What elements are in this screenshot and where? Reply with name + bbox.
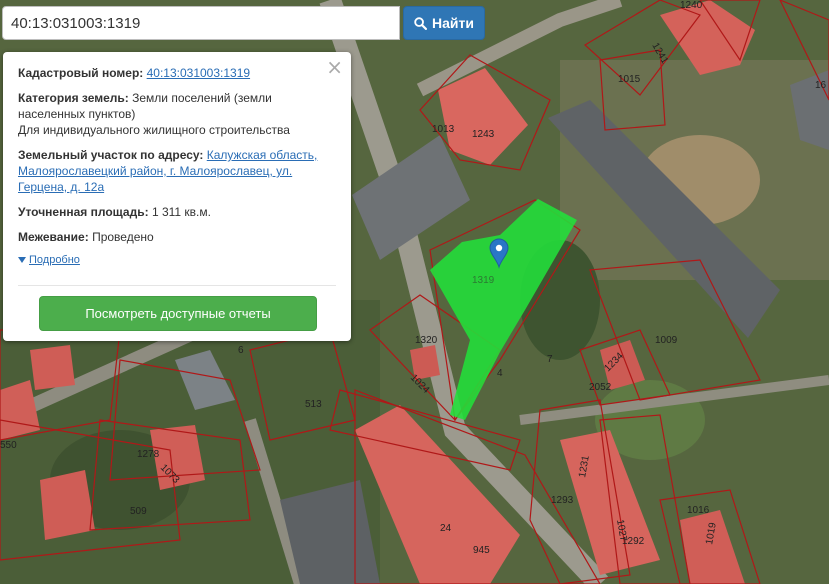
search-bar <box>2 6 400 40</box>
divider <box>18 285 336 286</box>
parcel-info-popup: × Кадастровый номер: 40:13:031003:1319 К… <box>3 52 351 341</box>
survey-value: Проведено <box>92 230 154 244</box>
parcel-label: 6 <box>238 345 244 356</box>
survey-row: Межевание: Проведено <box>18 229 336 245</box>
address-row: Земельный участок по адресу: Калужская о… <box>18 147 336 195</box>
parcel-label: 509 <box>130 506 147 517</box>
cadastral-search-input[interactable] <box>2 6 400 40</box>
cadastral-number-link[interactable]: 40:13:031003:1319 <box>147 66 250 80</box>
category-use-value: Для индивидуального жилищного строительс… <box>18 123 290 137</box>
parcel-label: 513 <box>305 399 322 410</box>
parcel-label: 1320 <box>415 335 438 346</box>
parcel-label: 1240 <box>680 0 703 11</box>
category-value: населенных пунктов) <box>18 107 136 121</box>
parcel-label: 16 <box>815 80 827 91</box>
address-link[interactable]: Герцена, д. 12а <box>18 180 104 194</box>
parcel-label: 550 <box>0 440 17 451</box>
parcel-label: 2052 <box>589 382 612 393</box>
survey-label: Межевание: <box>18 230 89 244</box>
search-button-label: Найти <box>432 15 474 31</box>
parcel-label: 1013 <box>432 124 455 135</box>
view-reports-button[interactable]: Посмотреть доступные отчеты <box>39 296 317 331</box>
cadastral-label: Кадастровый номер: <box>18 66 144 80</box>
category-label: Категория земель: <box>18 91 129 105</box>
area-row: Уточненная площадь: 1 311 кв.м. <box>18 204 336 220</box>
parcel-label: 1243 <box>472 129 495 140</box>
parcel-label: 1009 <box>655 335 678 346</box>
details-toggle[interactable]: Подробно <box>18 252 336 268</box>
area-label: Уточненная площадь: <box>18 205 149 219</box>
address-link[interactable]: Калужская область, <box>207 148 318 162</box>
close-icon[interactable]: × <box>326 57 343 77</box>
parcel-label: 1319 <box>472 275 495 286</box>
category-row: Категория земель: Земли поселений (земли… <box>18 90 336 138</box>
search-button[interactable]: Найти <box>403 6 485 40</box>
red-roof <box>40 470 95 540</box>
parcel-label: 945 <box>473 545 490 556</box>
parcel-label: 1015 <box>618 74 641 85</box>
search-icon <box>414 16 428 30</box>
parcel-label: 1293 <box>551 495 574 506</box>
parcel-label: 1292 <box>622 536 645 547</box>
parcel-label: 1016 <box>687 505 710 516</box>
parcel-label: 1278 <box>137 449 160 460</box>
parcel-label: 4 <box>497 368 503 379</box>
red-roof <box>30 345 75 390</box>
address-label: Земельный участок по адресу: <box>18 148 204 162</box>
cadastral-row: Кадастровый номер: 40:13:031003:1319 <box>18 65 336 81</box>
area-value: 1 311 кв.м. <box>151 205 211 219</box>
category-value: Земли поселений (земли <box>132 91 272 105</box>
details-link[interactable]: Подробно <box>29 252 80 268</box>
parcel-label: 7 <box>547 354 553 365</box>
parcel-label: 24 <box>440 523 452 534</box>
address-link[interactable]: Малоярославецкий район, г. Малоярославец… <box>18 164 292 178</box>
caret-down-icon <box>18 257 26 263</box>
